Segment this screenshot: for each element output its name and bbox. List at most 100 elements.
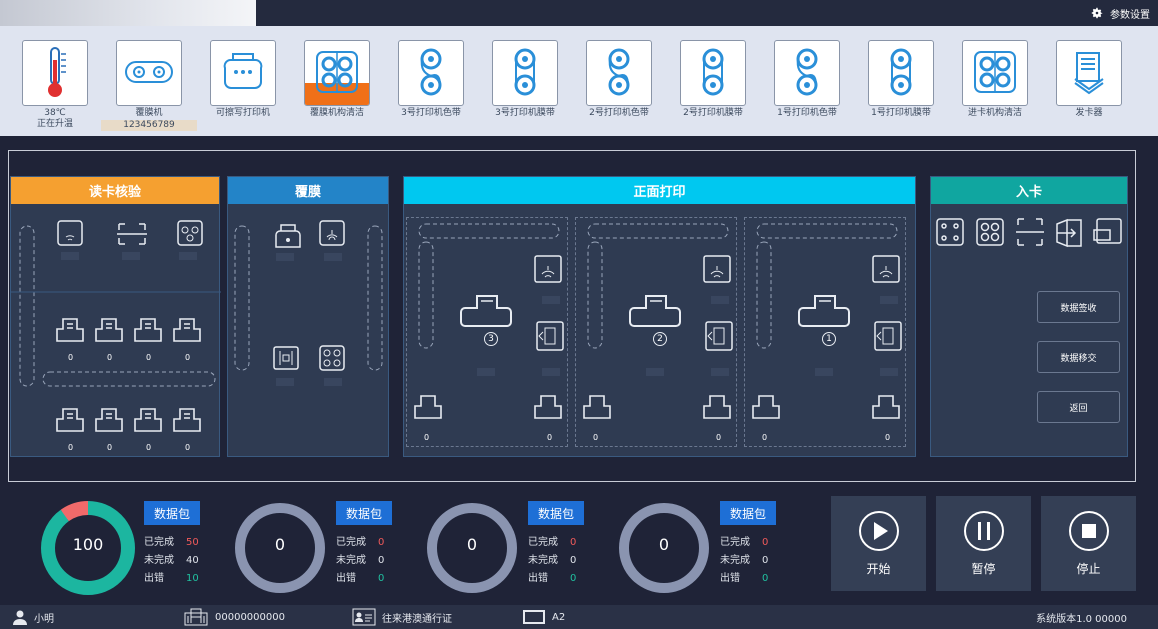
- toolbar-item-8[interactable]: 1号打印机色带: [774, 40, 840, 119]
- stop-button[interactable]: 停止: [1041, 496, 1136, 591]
- slot-count: 0: [185, 443, 191, 452]
- card-slot-icon: [172, 405, 202, 437]
- card-stack-icon-box: [1056, 40, 1122, 106]
- stat-completed: 已完成 0: [336, 534, 406, 552]
- printer-unit-2: 2 0 0: [575, 217, 737, 447]
- ribbon-icon: [792, 46, 822, 101]
- laminate-graphic: [234, 220, 383, 386]
- start-button[interactable]: 开始: [831, 496, 926, 591]
- card-slot-icon: [133, 405, 163, 437]
- printer-icon-box: [210, 40, 276, 106]
- toolbar-item-5[interactable]: 3号打印机膜带: [492, 40, 558, 119]
- stat-label: 已完成: [336, 537, 366, 548]
- stat-value: 50: [186, 537, 199, 548]
- slot-count: 0: [68, 443, 74, 452]
- toolbar-item-label: 可擦写打印机: [215, 108, 270, 118]
- data-transfer-button[interactable]: 数据移交: [1037, 341, 1120, 373]
- toolbar-item-label: 覆膜机: [135, 108, 163, 118]
- toolbar-item-label: 发卡器: [1075, 108, 1103, 118]
- stat-label: 未完成: [336, 555, 366, 566]
- card-size-info: A2: [522, 605, 565, 629]
- panel-title: 读卡核验: [11, 177, 219, 204]
- slot-count: 0: [185, 353, 191, 362]
- system-version: 系统版本1.0 00000: [1036, 613, 1127, 625]
- window-title-area: [0, 0, 256, 26]
- stat-completed: 已完成 50: [144, 534, 214, 552]
- toolbar-item-2[interactable]: 可擦写打印机: [210, 40, 276, 119]
- toolbar-item-7[interactable]: 2号打印机膜带: [680, 40, 746, 119]
- data-package-button[interactable]: 数据包: [336, 501, 392, 525]
- stat-label: 已完成: [528, 537, 558, 548]
- toolbar-item-sublabel: 正在升温: [36, 119, 73, 129]
- document-type-info: 往来港澳通行证: [352, 605, 452, 629]
- printer-count-left: 0: [593, 433, 599, 442]
- user-info: 小明: [12, 605, 54, 629]
- printer-number-badge: 3: [484, 332, 498, 346]
- printer-number-badge: 2: [653, 332, 667, 346]
- laminator-icon: [124, 60, 174, 87]
- back-button[interactable]: 返回: [1037, 391, 1120, 423]
- user-icon: [13, 610, 27, 625]
- data-sign-button[interactable]: 数据签收: [1037, 291, 1120, 323]
- toolbar-item-1[interactable]: 覆膜机 123456789: [101, 40, 197, 131]
- gear-icon: [1091, 7, 1103, 19]
- data-package-button[interactable]: 数据包: [528, 501, 584, 525]
- card-stack-icon: [1071, 49, 1107, 98]
- ribbon-icon: [604, 46, 634, 101]
- card-size: A2: [552, 611, 566, 623]
- toolbar-item-10[interactable]: 进卡机构清洁: [962, 40, 1028, 119]
- slot-count: 0: [146, 353, 152, 362]
- printer-count-right: 0: [885, 433, 891, 442]
- card-slot-icon: [94, 315, 124, 347]
- gauge-value: 100: [72, 535, 104, 554]
- version-info: 系统版本1.0 00000: [1036, 605, 1127, 629]
- cleaning-icon: [314, 49, 360, 98]
- toolbar-item-label: 38℃: [44, 108, 66, 118]
- toolbar-item-label: 3号打印机色带: [401, 108, 461, 118]
- pause-button[interactable]: 暂停: [936, 496, 1031, 591]
- printer-count-left: 0: [424, 433, 430, 442]
- progress-gauge: 0: [232, 500, 328, 596]
- stat-value: 10: [186, 573, 199, 584]
- stat-error: 出错 0: [336, 570, 406, 588]
- user-name: 小明: [34, 613, 54, 625]
- panel-laminate: 覆膜: [227, 176, 389, 457]
- ribbon-icon: [416, 46, 446, 101]
- printer-count-right: 0: [716, 433, 722, 442]
- film-icon-box: [868, 40, 934, 106]
- thermometer-icon-box: [22, 40, 88, 106]
- toolbar-item-0[interactable]: 38℃ 正在升温: [22, 40, 88, 130]
- settings-label: 参数设置: [1110, 9, 1150, 21]
- toolbar-item-6[interactable]: 2号打印机色带: [586, 40, 652, 119]
- slot-count: 0: [68, 353, 74, 362]
- toolbar-item-9[interactable]: 1号打印机膜带: [868, 40, 934, 119]
- toolbar-item-label: 1号打印机膜带: [871, 108, 931, 118]
- stat-value: 0: [570, 537, 577, 548]
- printer-unit-3: 3 0 0: [406, 217, 568, 447]
- card-number: 00000000000: [215, 611, 285, 623]
- data-package-button[interactable]: 数据包: [144, 501, 200, 525]
- settings-button[interactable]: 参数设置: [1090, 4, 1150, 22]
- film-icon-box: [680, 40, 746, 106]
- card-slot-icon: [133, 315, 163, 347]
- stat-label: 未完成: [528, 555, 558, 566]
- ribbon-icon-box: [398, 40, 464, 106]
- stat-value: 0: [378, 573, 385, 584]
- stat-value: 0: [762, 573, 769, 584]
- thermometer-icon: [35, 44, 75, 103]
- data-package-button[interactable]: 数据包: [720, 501, 776, 525]
- toolbar-item-3[interactable]: 覆膜机构清洁: [304, 40, 370, 119]
- id-card-icon: [352, 608, 376, 626]
- toolbar-item-sublabel: 123456789: [101, 120, 197, 131]
- panel-title: 覆膜: [228, 177, 388, 204]
- toolbar-item-4[interactable]: 3号打印机色带: [398, 40, 464, 119]
- panel-read-verify: 读卡核验 0 0 0 0 0 0 0 0: [10, 176, 221, 457]
- stat-pending: 未完成 0: [720, 552, 790, 570]
- stat-value: 40: [186, 555, 199, 566]
- toolbar-item-11[interactable]: 发卡器: [1056, 40, 1122, 119]
- toolbar-item-label: 2号打印机膜带: [683, 108, 743, 118]
- card-number-info: 00000000000: [183, 605, 285, 629]
- pause-label: 暂停: [971, 562, 996, 576]
- printer-count-left: 0: [762, 433, 768, 442]
- printer-icon: [219, 50, 267, 97]
